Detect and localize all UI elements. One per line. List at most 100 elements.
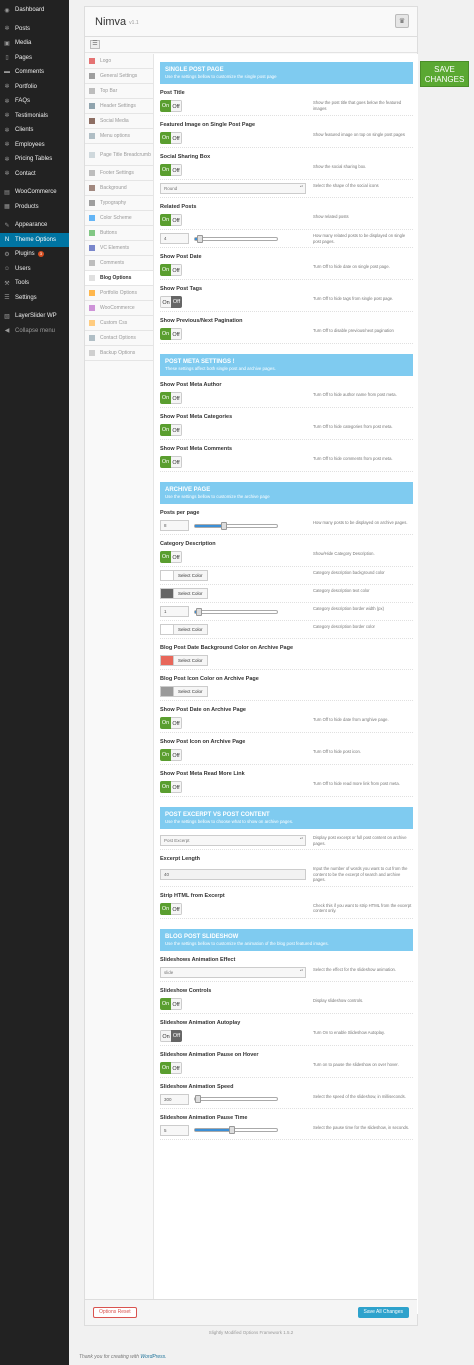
toggle-on[interactable]: On: [160, 392, 171, 404]
admin-menu-woocommerce[interactable]: ▤ WooCommerce: [0, 185, 69, 200]
select-color-button[interactable]: Select Color: [174, 588, 208, 599]
options-nav-custom-css[interactable]: Custom Css: [85, 316, 153, 331]
options-nav-general-settings[interactable]: General Settings: [85, 69, 153, 84]
admin-menu-faqs[interactable]: ✲ FAQs: [0, 94, 69, 109]
options-nav-contact-options[interactable]: Contact Options: [85, 331, 153, 346]
on-off-toggle[interactable]: On Off: [160, 132, 182, 144]
toggle-off[interactable]: Off: [171, 100, 182, 112]
slider-value-input[interactable]: 4: [160, 233, 189, 244]
expand-menu-icon[interactable]: ☰: [90, 40, 100, 49]
options-nav-comments[interactable]: Comments: [85, 256, 153, 271]
options-nav-background[interactable]: Background: [85, 181, 153, 196]
option-select[interactable]: slide: [160, 966, 306, 978]
toggle-on[interactable]: On: [160, 296, 171, 308]
toggle-off[interactable]: Off: [171, 1061, 182, 1074]
toggle-on[interactable]: On: [160, 456, 171, 468]
admin-menu-settings[interactable]: ☰ Settings: [0, 291, 69, 306]
options-nav-typography[interactable]: Typography: [85, 196, 153, 211]
toggle-off[interactable]: Off: [171, 1029, 182, 1042]
admin-menu-collapse-menu[interactable]: ◀ Collapse menu: [0, 324, 69, 339]
toggle-on[interactable]: On: [160, 264, 171, 276]
on-off-toggle[interactable]: On Off: [160, 424, 182, 436]
on-off-toggle[interactable]: On Off: [160, 456, 182, 468]
range-slider[interactable]: [194, 607, 278, 616]
save-all-changes-button[interactable]: Save All Changes: [357, 1307, 409, 1318]
color-swatch[interactable]: [160, 655, 174, 666]
admin-menu-users[interactable]: ☺ Users: [0, 262, 69, 277]
on-off-toggle[interactable]: On Off: [160, 392, 182, 404]
range-slider[interactable]: [194, 1095, 278, 1103]
toggle-on[interactable]: On: [160, 328, 171, 340]
admin-menu-pricing-tables[interactable]: ✲ Pricing Tables: [0, 152, 69, 167]
slider-value-input[interactable]: 5: [160, 1124, 189, 1136]
options-nav-backup-options[interactable]: Backup Options: [85, 346, 153, 361]
admin-menu-products[interactable]: ▦ Products: [0, 200, 69, 215]
options-nav-logo[interactable]: Logo: [85, 54, 153, 69]
admin-menu-contact[interactable]: ✲ Contact: [0, 167, 69, 182]
color-picker[interactable]: Select Color: [160, 655, 208, 666]
on-off-toggle[interactable]: On Off: [160, 264, 182, 276]
admin-menu-media[interactable]: ▣ Media: [0, 36, 69, 51]
admin-menu-employees[interactable]: ✲ Employees: [0, 138, 69, 153]
toggle-on[interactable]: On: [160, 1061, 171, 1074]
range-slider[interactable]: [194, 1126, 278, 1134]
options-nav-header-settings[interactable]: Header Settings: [85, 99, 153, 114]
admin-menu-layerslider-wp[interactable]: ▧ LayerSlider WP: [0, 309, 69, 324]
select-color-button[interactable]: Select Color: [174, 570, 208, 581]
admin-menu-testimonials[interactable]: ✲ Testimonials: [0, 109, 69, 124]
on-off-toggle[interactable]: On Off: [160, 328, 182, 340]
toggle-on[interactable]: On: [160, 781, 171, 793]
option-text-input[interactable]: 40: [160, 868, 306, 880]
slider-handle[interactable]: [196, 607, 203, 616]
slider-handle[interactable]: [220, 521, 227, 530]
admin-menu-comments[interactable]: ▬ Comments: [0, 65, 69, 80]
toggle-on[interactable]: On: [160, 1029, 171, 1042]
toggle-on[interactable]: On: [160, 214, 171, 226]
toggle-on[interactable]: On: [160, 551, 171, 563]
options-nav-woocommerce[interactable]: WooCommerce: [85, 301, 153, 316]
on-off-toggle[interactable]: On Off: [160, 296, 182, 308]
wordpress-link[interactable]: WordPress.: [140, 1354, 166, 1360]
select-color-button[interactable]: Select Color: [174, 624, 208, 635]
on-off-toggle[interactable]: On Off: [160, 717, 182, 729]
slider-handle[interactable]: [228, 1126, 235, 1134]
toggle-off[interactable]: Off: [171, 551, 182, 563]
toggle-off[interactable]: Off: [171, 997, 182, 1010]
toggle-on[interactable]: On: [160, 997, 171, 1010]
option-select[interactable]: Post Excerpt: [160, 835, 306, 846]
on-off-toggle[interactable]: On Off: [160, 902, 182, 915]
options-nav-blog-options[interactable]: Blog Options: [85, 271, 153, 286]
toggle-off[interactable]: Off: [171, 902, 182, 915]
options-nav-top-bar[interactable]: Top Bar: [85, 84, 153, 99]
toggle-off[interactable]: Off: [171, 328, 182, 340]
admin-menu-dashboard[interactable]: ◉ Dashboard: [0, 3, 69, 18]
slider-value-input[interactable]: 1: [160, 606, 189, 617]
admin-menu-posts[interactable]: ✲ Posts: [0, 22, 69, 37]
toggle-off[interactable]: Off: [171, 717, 182, 729]
floating-save-changes-button[interactable]: SAVE CHANGES: [420, 61, 469, 87]
range-slider[interactable]: [194, 521, 278, 530]
select-color-button[interactable]: Select Color: [174, 686, 208, 697]
options-nav-page-title-breadcrumb[interactable]: Page Title Breadcrumb: [85, 144, 153, 166]
options-reset-button[interactable]: Options Reset: [93, 1307, 137, 1318]
toggle-off[interactable]: Off: [171, 264, 182, 276]
options-nav-footer-settings[interactable]: Footer Settings: [85, 166, 153, 181]
admin-menu-clients[interactable]: ✲ Clients: [0, 123, 69, 138]
options-nav-menu-options[interactable]: Menu options: [85, 129, 153, 144]
toggle-off[interactable]: Off: [171, 456, 182, 468]
toggle-on[interactable]: On: [160, 164, 171, 176]
on-off-toggle[interactable]: On Off: [160, 997, 182, 1010]
color-picker[interactable]: Select Color: [160, 588, 208, 599]
slider-handle[interactable]: [195, 1095, 202, 1103]
on-off-toggle[interactable]: On Off: [160, 749, 182, 761]
options-nav-color-scheme[interactable]: Color Scheme: [85, 211, 153, 226]
toggle-on[interactable]: On: [160, 749, 171, 761]
on-off-toggle[interactable]: On Off: [160, 781, 182, 793]
toggle-off[interactable]: Off: [171, 392, 182, 404]
toggle-off[interactable]: Off: [171, 132, 182, 144]
toggle-off[interactable]: Off: [171, 781, 182, 793]
toggle-off[interactable]: Off: [171, 296, 182, 308]
admin-menu-pages[interactable]: ▯ Pages: [0, 51, 69, 66]
color-picker[interactable]: Select Color: [160, 570, 208, 581]
range-slider[interactable]: [194, 234, 278, 243]
